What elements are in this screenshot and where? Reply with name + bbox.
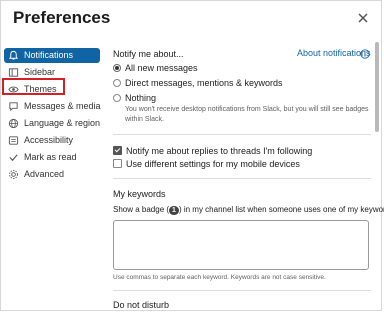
checkbox-thread-replies[interactable]: Notify me about replies to threads I'm f… [113,146,312,156]
keywords-hint: Use commas to separate each keyword. Key… [113,274,326,281]
scrollbar[interactable] [375,42,379,132]
keywords-desc-before: Show a badge ( [113,205,170,214]
info-icon[interactable] [360,49,370,59]
divider [113,178,371,179]
sidebar-item-label: Sidebar [24,67,56,77]
accessibility-icon [8,136,19,145]
close-icon[interactable] [356,11,370,25]
sidebar-item-label: Notifications [24,50,74,60]
sidebar-item-accessibility[interactable]: Accessibility [4,133,100,148]
checkbox-mobile-settings[interactable]: Use different settings for my mobile dev… [113,159,300,169]
keywords-input[interactable] [113,220,369,270]
sidebar-item-messages-media[interactable]: Messages & media [4,99,101,114]
sidebar-item-label: Mark as read [24,152,77,162]
sidebar-item-label: Accessibility [24,135,74,145]
sidebar-item-label: Language & region [24,118,101,128]
keywords-desc-after: ) in my channel list when someone uses o… [178,205,384,214]
radio-label: Nothing [125,93,157,103]
sidebar-item-notifications[interactable]: Notifications [4,48,100,63]
badge-example: 1 [169,206,179,215]
divider [113,134,371,135]
checkbox[interactable] [113,146,122,155]
globe-icon [8,118,19,129]
sidebar-icon [8,68,19,77]
checkbox[interactable] [113,159,122,168]
nothing-hint: You won't receive desktop notifications … [125,106,369,123]
dialog-title: Preferences [13,8,111,27]
themes-highlight-box [2,78,65,95]
radio-button[interactable] [113,94,121,102]
radio-direct-messages[interactable]: Direct messages, mentions & keywords [113,78,283,88]
keywords-title: My keywords [113,189,166,199]
do-not-disturb-title: Do not disturb [113,300,170,310]
radio-label: All new messages [125,63,198,73]
sidebar-item-mark-as-read[interactable]: Mark as read [4,150,100,165]
radio-all-new-messages[interactable]: All new messages [113,63,198,73]
keywords-description: Show a badge (1) in my channel list when… [113,205,384,215]
sidebar-item-language-region[interactable]: Language & region [4,116,100,131]
radio-button[interactable] [113,79,121,87]
preferences-sidebar: Notifications Sidebar Themes Messages & … [4,48,101,184]
gear-icon [9,170,18,179]
check-icon [9,154,18,162]
checkbox-label: Notify me about replies to threads I'm f… [126,146,313,156]
messages-icon [9,102,18,112]
divider [113,290,371,291]
sidebar-item-advanced[interactable]: Advanced [4,167,100,182]
bell-icon [8,50,19,60]
sidebar-item-label: Messages & media [24,101,101,111]
sidebar-item-label: Advanced [24,169,65,179]
radio-button[interactable] [113,64,121,72]
radio-label: Direct messages, mentions & keywords [125,78,283,88]
notify-section-title: Notify me about... [113,49,184,59]
radio-nothing[interactable]: Nothing [113,93,156,103]
checkbox-label: Use different settings for my mobile dev… [126,159,300,169]
